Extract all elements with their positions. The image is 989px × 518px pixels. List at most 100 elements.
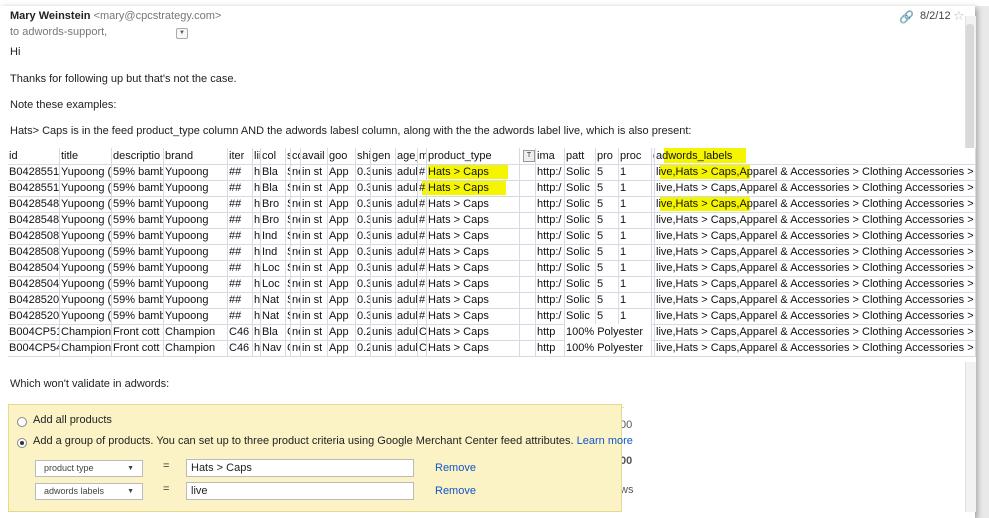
star-icon[interactable]: ☆ [953,8,965,24]
table-row: B004CP51(ChampionFront cottChampionC46ht… [8,324,976,341]
sheet-header-row: idtitledescriptiobranditerliicols pcoava… [8,148,976,165]
sheet-cell: B04285203 [9,308,60,324]
sheet-cell: Yupoong [164,212,228,228]
sheet-cell: C46 [228,340,253,356]
sheet-cell: 5 [596,308,619,324]
sheet-cell: Solic [565,228,596,244]
sheet-cell: adult [397,244,418,260]
sheet-cell: App [328,276,356,292]
sheet-header-cell: pro [596,148,619,164]
criteria-2-value-input[interactable]: live [186,482,414,500]
recipient-line: to adwords-support, [10,26,108,38]
sheet-cell: ne [291,244,301,260]
email-date: 8/2/12 [920,10,951,22]
add-all-products-radio[interactable] [17,417,27,427]
criteria-2-attribute-select[interactable]: adwords labels ▼ [35,483,143,500]
sheet-cell: Bla [261,180,286,196]
sheet-cell: Yupoong ( [61,164,112,180]
sheet-cell: adult [397,164,418,180]
table-row: B04285203Yupoong (59% bambYupoong##htNat… [8,308,976,325]
sheet-cell: 5 [596,276,619,292]
greeting: Hi [10,46,21,58]
sheet-cell: App [328,180,356,196]
sheet-cell: live,Hats > Caps,Apparel & Accessories >… [656,196,976,212]
sheet-cell: # [419,276,427,292]
sheet-cell: ht [254,212,261,228]
sheet-cell: 1 [619,292,652,308]
sheet-cell: App [328,164,356,180]
sheet-cell: B04285083 [9,244,60,260]
sender[interactable]: Mary Weinstein <mary@cpcstrategy.com> [10,10,221,22]
sheet-cell: 5 [596,228,619,244]
sheet-cell: 1 [619,260,652,276]
sheet-cell: Bla [261,324,286,340]
sheet-cell: adult [397,308,418,324]
sheet-cell: Yupoong [164,228,228,244]
sheet-cell: Hats > Caps [427,308,520,324]
sheet-cell: 59% bamb [113,292,164,308]
sheet-cell: ht [254,276,261,292]
sheet-cell: Yupoong ( [61,308,112,324]
criteria-2-remove-link[interactable]: Remove [435,485,476,497]
criteria-1-remove-link[interactable]: Remove [435,462,476,474]
sheet-cell: Solic [565,308,596,324]
sheet-cell: unis [371,308,396,324]
sheet-cell: adult [397,276,418,292]
sheet-cell: 100% Polyester [565,324,652,340]
sheet-cell: ## [228,228,253,244]
add-group-products-radio[interactable] [17,438,27,448]
sheet-cell: 5 [596,164,619,180]
sheet-cell: live,Hats > Caps,Apparel & Accessories >… [656,180,976,196]
sheet-header-cell: proc [619,148,652,164]
sheet-cell: in st [301,212,328,228]
paperclip-icon: 🔗 [899,10,914,24]
learn-more-link[interactable]: Learn more [577,435,633,447]
sheet-cell: C [419,324,427,340]
sheet-cell: Solic [565,196,596,212]
sheet-cell: # [419,164,427,180]
sheet-cell: ht [254,164,261,180]
sheet-cell: Hats > Caps [427,244,520,260]
sheet-cell: 1 [619,164,652,180]
behind-text-c: ws [620,484,634,496]
sheet-cell: Nat [261,308,286,324]
sheet-cell: ne [291,324,301,340]
sheet-cell: 0.30 [356,164,371,180]
body-line-4: Which won't validate in adwords: [10,378,170,390]
sheet-cell: adult [397,324,418,340]
sheet-cell: Hats > Caps [427,324,520,340]
sheet-cell: App [328,244,356,260]
criteria-1-attribute-select[interactable]: product type ▼ [35,460,143,477]
criteria-1-value-input[interactable]: Hats > Caps [186,459,414,477]
sheet-cell: in st [301,244,328,260]
sheet-cell [520,308,536,324]
sheet-cell: 59% bamb [113,164,164,180]
table-row: B04285203Yupoong (59% bambYupoong##htNat… [8,292,976,309]
sheet-cell: live,Hats > Caps,Apparel & Accessories >… [656,164,976,180]
sheet-cell: Solic [565,260,596,276]
sheet-cell: # [419,180,427,196]
sheet-cell: 0.30 [356,244,371,260]
sheet-cell: 5 [596,260,619,276]
sheet-cell: 5 [596,292,619,308]
sheet-cell: unis [371,164,396,180]
sheet-cell: ht [254,244,261,260]
sheet-cell: 59% bamb [113,260,164,276]
product-target-panel: Add all products Add a group of products… [8,404,633,512]
sheet-cell: 5 [596,180,619,196]
sheet-cell: http [536,324,565,340]
sheet-cell: Yupoong ( [61,196,112,212]
sheet-cell: in st [301,180,328,196]
sheet-cell: ht [254,260,261,276]
table-row: B04285483Yupoong (59% bambYupoong##htBro… [8,196,976,213]
sheet-cell: Yupoong ( [61,276,112,292]
table-row: B04285043Yupoong (59% bambYupoong##htLoc… [8,260,976,277]
sheet-cell: live,Hats > Caps,Apparel & Accessories >… [656,292,976,308]
sheet-cell: 0.30 [356,260,371,276]
sheet-cell: 59% bamb [113,244,164,260]
sheet-cell: 0.30 [356,212,371,228]
details-dropdown-icon[interactable]: ▼ [176,28,188,39]
sheet-header-cell: co [291,148,301,164]
sheet-header-cell: T [520,148,536,164]
sheet-cell: http:/ [536,244,565,260]
